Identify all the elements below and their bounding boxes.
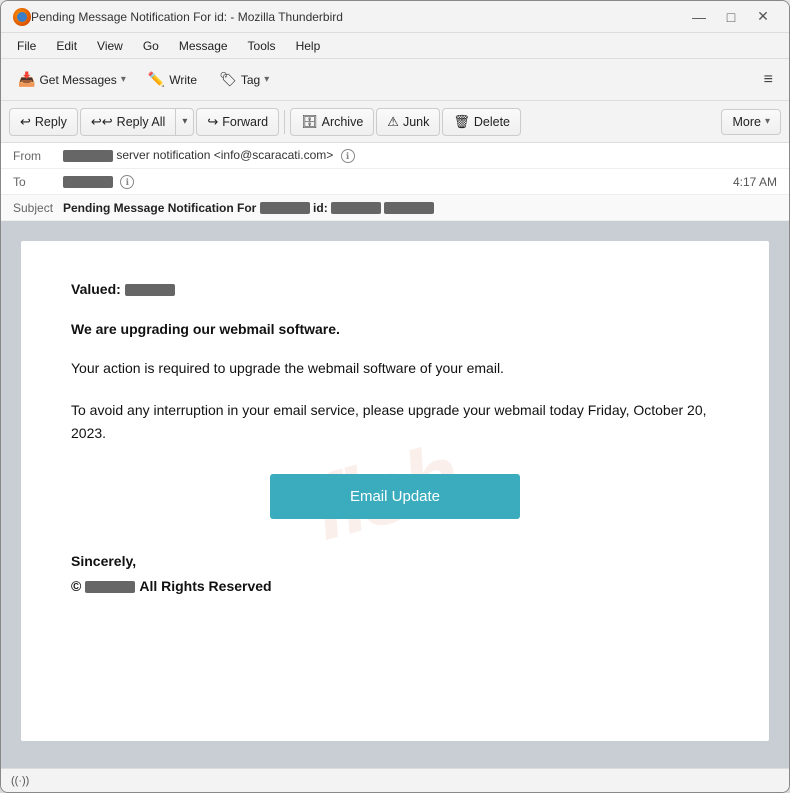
from-text: server notification <info@scaracati.com>	[116, 148, 333, 162]
hamburger-menu-button[interactable]: ≡	[756, 67, 781, 93]
to-label: To	[13, 175, 63, 189]
email-valued: Valued:	[71, 281, 719, 297]
close-button[interactable]: ✕	[749, 7, 777, 27]
reply-label: Reply	[35, 115, 67, 129]
from-redacted	[63, 150, 113, 162]
menu-file[interactable]: File	[9, 37, 44, 55]
reply-all-icon: ↩↩	[91, 114, 113, 130]
reply-button[interactable]: ↩ Reply	[9, 108, 78, 136]
action-toolbar: ↩ Reply ↩↩ Reply All ▾ ↪ Forward 🗄 Archi…	[1, 101, 789, 143]
titlebar: Pending Message Notification For id: - M…	[1, 1, 789, 33]
email-copyright: © All Rights Reserved	[71, 574, 719, 599]
to-redacted	[63, 176, 113, 188]
copyright-symbol: ©	[71, 574, 81, 599]
tag-icon: 🏷	[219, 71, 237, 88]
get-messages-button[interactable]: 📥 Get Messages ▾	[9, 66, 135, 93]
action-separator-1	[284, 110, 285, 134]
tag-button[interactable]: 🏷 Tag ▾	[210, 66, 278, 93]
forward-label: Forward	[222, 115, 268, 129]
archive-icon: 🗄	[301, 114, 318, 130]
window-title: Pending Message Notification For id: - M…	[31, 10, 685, 24]
window-controls: — □ ✕	[685, 7, 777, 27]
signal-icon: ((·))	[11, 775, 29, 787]
from-value: server notification <info@scaracati.com>…	[63, 148, 777, 164]
sincerely-text: Sincerely,	[71, 549, 719, 574]
minimize-button[interactable]: —	[685, 7, 713, 27]
email-time: 4:17 AM	[733, 175, 777, 189]
reply-icon: ↩	[20, 114, 31, 130]
email-para-2: To avoid any interruption in your email …	[71, 399, 719, 444]
menubar: File Edit View Go Message Tools Help	[1, 33, 789, 59]
delete-label: Delete	[474, 115, 510, 129]
junk-button[interactable]: ⚠ Junk	[376, 108, 440, 136]
from-info-icon[interactable]: ℹ	[341, 149, 355, 163]
to-info-icon[interactable]: ℹ	[120, 175, 134, 189]
main-toolbar: 📥 Get Messages ▾ ✏️ Write 🏷 Tag ▾ ≡	[1, 59, 789, 101]
subject-value: Pending Message Notification For id:	[63, 201, 777, 215]
archive-label: Archive	[322, 115, 364, 129]
main-window: Pending Message Notification For id: - M…	[0, 0, 790, 793]
from-row: From server notification <info@scaracati…	[1, 143, 789, 169]
email-body-outer: fish. Valued: We are upgrading our webma…	[1, 221, 789, 768]
email-update-container: Email Update	[71, 474, 719, 519]
archive-button[interactable]: 🗄 Archive	[290, 108, 374, 136]
app-icon	[13, 8, 31, 26]
forward-icon: ↪	[207, 114, 218, 130]
statusbar: ((·))	[1, 768, 789, 792]
get-messages-icon: 📥	[18, 71, 35, 88]
email-heading: We are upgrading our webmail software.	[71, 321, 719, 337]
reply-all-label: Reply All	[117, 115, 166, 129]
more-dropdown-arrow: ▾	[765, 116, 770, 127]
email-sincerely: Sincerely, © All Rights Reserved	[71, 549, 719, 599]
from-label: From	[13, 149, 63, 163]
reply-all-group: ↩↩ Reply All ▾	[80, 108, 194, 136]
menu-view[interactable]: View	[89, 37, 131, 55]
valued-name-redacted	[125, 284, 175, 296]
reply-all-dropdown-button[interactable]: ▾	[175, 108, 194, 136]
tag-dropdown-arrow: ▾	[264, 74, 269, 85]
get-messages-label: Get Messages	[39, 73, 116, 87]
more-button[interactable]: More ▾	[721, 109, 781, 135]
subject-redacted-1	[260, 202, 310, 214]
junk-label: Junk	[403, 115, 429, 129]
forward-button[interactable]: ↪ Forward	[196, 108, 279, 136]
copyright-redacted	[85, 581, 135, 593]
menu-edit[interactable]: Edit	[48, 37, 85, 55]
menu-go[interactable]: Go	[135, 37, 167, 55]
email-content: Valued: We are upgrading our webmail sof…	[71, 281, 719, 600]
menu-message[interactable]: Message	[171, 37, 236, 55]
delete-icon: 🗑	[453, 114, 470, 130]
email-update-button[interactable]: Email Update	[270, 474, 520, 519]
to-value: ℹ	[63, 174, 733, 190]
tag-label: Tag	[241, 73, 260, 87]
to-row: To ℹ 4:17 AM	[1, 169, 789, 195]
get-messages-dropdown-arrow: ▾	[121, 74, 126, 85]
reply-all-button[interactable]: ↩↩ Reply All	[80, 108, 175, 136]
email-para-1: Your action is required to upgrade the w…	[71, 357, 719, 379]
delete-button[interactable]: 🗑 Delete	[442, 108, 521, 136]
copyright-suffix: All Rights Reserved	[139, 574, 271, 599]
valued-label: Valued:	[71, 281, 121, 297]
menu-help[interactable]: Help	[288, 37, 329, 55]
subject-id-label: id:	[313, 201, 328, 215]
subject-bold-text: Pending Message Notification For	[63, 201, 256, 215]
signal-indicator: ((·))	[11, 775, 29, 787]
subject-redacted-2	[331, 202, 381, 214]
write-label: Write	[169, 73, 197, 87]
more-label: More	[732, 115, 760, 129]
subject-label: Subject	[13, 201, 63, 215]
subject-row: Subject Pending Message Notification For…	[1, 195, 789, 221]
more-group: More ▾	[721, 109, 781, 135]
write-button[interactable]: ✏️ Write	[139, 66, 206, 93]
subject-redacted-3	[384, 202, 434, 214]
write-icon: ✏️	[148, 71, 165, 88]
email-body-inner: fish. Valued: We are upgrading our webma…	[21, 241, 769, 741]
menu-tools[interactable]: Tools	[240, 37, 284, 55]
maximize-button[interactable]: □	[717, 7, 745, 27]
junk-icon: ⚠	[387, 114, 399, 130]
